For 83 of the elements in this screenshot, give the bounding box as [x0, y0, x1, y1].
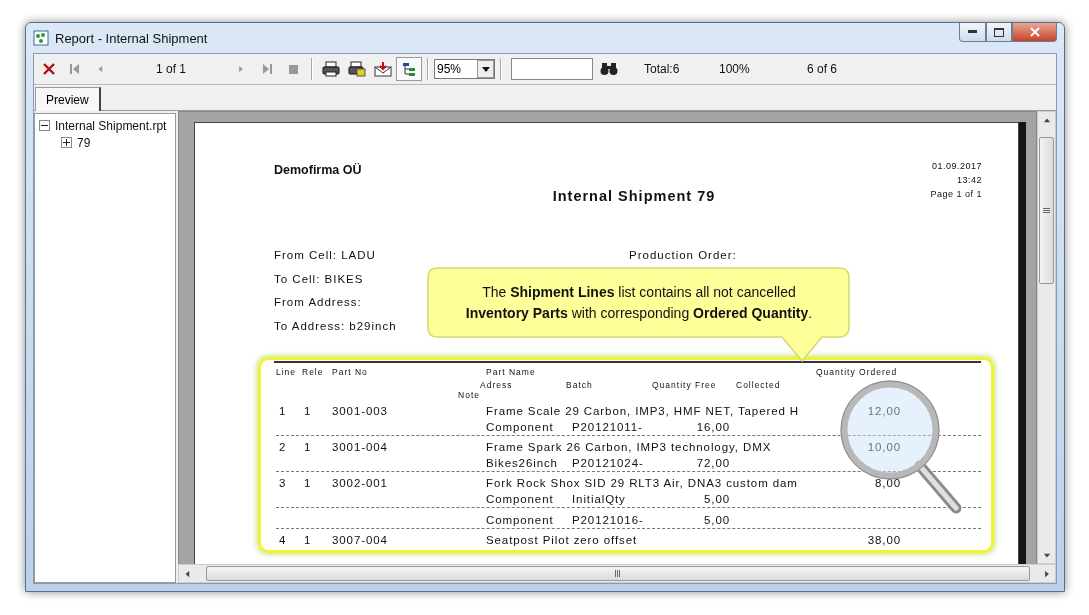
- table-cell-text: 1: [303, 441, 313, 453]
- column-header: Quantity Ordered: [816, 366, 899, 377]
- column-header: Quantity Free: [652, 380, 718, 390]
- tree-view-icon[interactable]: [396, 57, 422, 81]
- minimize-icon: [968, 30, 977, 34]
- company-name: Demofirma OÜ: [274, 163, 363, 179]
- scroll-thumb[interactable]: [206, 566, 1030, 581]
- table-cell-text: P20121011-: [572, 421, 644, 433]
- table-cell-text: Seatpost Pilot zero offset: [486, 534, 639, 546]
- table-cell-text: 3007-004: [332, 534, 389, 546]
- close-icon: [1029, 27, 1040, 37]
- table-cell-text: 38,00: [866, 534, 901, 546]
- stop-icon: [288, 64, 298, 74]
- expand-button[interactable]: [61, 137, 72, 148]
- caret-icon: [481, 66, 490, 72]
- table-cell-text: 12,00: [866, 405, 901, 417]
- column-header: Part No: [332, 366, 369, 377]
- table-cell-text: Fork Rock Shox SID 29 RLT3 Air, DNA3 custom dam: [486, 477, 799, 489]
- tree-item[interactable]: Internal Shipment.rpt: [55, 118, 167, 133]
- table-cell-text: P20121016-: [572, 514, 645, 526]
- maximize-button[interactable]: [986, 23, 1012, 42]
- window-title: Report - Internal Shipment: [55, 30, 208, 46]
- column-header: Part Name: [486, 366, 537, 377]
- table-cell-text: P20121024-: [572, 457, 645, 469]
- page-number: Page 1 of 1: [930, 189, 982, 199]
- table-cell-text: 1: [303, 405, 313, 417]
- column-header: Adress: [480, 380, 514, 390]
- field-label: To Address: b29inch: [274, 319, 397, 334]
- first-page-icon: [70, 63, 80, 75]
- tree-item[interactable]: 79: [77, 135, 91, 150]
- table-cell-text: 3001-004: [332, 441, 389, 453]
- report-title: Internal Shipment 79: [551, 188, 717, 204]
- callout-text: The Shipment Lines list contains all not cancelled Inventory Parts with corresponding Ordered Quantity.: [464, 283, 814, 323]
- table-cell-text: 4: [278, 534, 288, 546]
- table-cell-text: 2: [278, 441, 288, 453]
- app-icon: [33, 30, 49, 46]
- table-cell-text: InitialQty: [572, 493, 627, 505]
- close-button[interactable]: [1012, 23, 1057, 42]
- table-cell-text: Component: [486, 514, 555, 526]
- field-label: From Cell: LADU: [274, 249, 376, 263]
- column-header: Rele: [302, 366, 325, 377]
- table-cell-text: 5,00: [703, 493, 730, 505]
- zoom-dropdown[interactable]: 95%: [434, 59, 495, 79]
- table-cell-text: 1: [303, 477, 313, 489]
- collapse-button[interactable]: [39, 120, 50, 131]
- table-cell-text: 72,00: [695, 457, 730, 469]
- table-cell-text: 5,00: [703, 514, 730, 526]
- minimize-button[interactable]: [959, 23, 986, 42]
- table-cell-text: 3: [278, 477, 288, 489]
- table-cell-text: Frame Scale 29 Carbon, IMP3, HMF NET, Tapered H: [486, 405, 801, 417]
- field-label: Production Order:: [629, 249, 737, 263]
- plus-icon: [63, 139, 70, 146]
- table-cell-text: 3002-001: [332, 477, 389, 489]
- table-cell-text: Component: [486, 421, 555, 433]
- table-cell-text: 1: [278, 405, 288, 417]
- page-indicator: 1 of 1: [155, 62, 187, 76]
- table-cell-text: 8,00: [874, 477, 901, 489]
- maximize-icon: [994, 27, 1004, 37]
- column-header: Batch: [566, 380, 594, 390]
- grip-icon: [615, 570, 621, 577]
- field-label: To Cell: BIKES: [274, 272, 364, 287]
- column-header: Line: [276, 366, 298, 377]
- grip-icon: [1043, 207, 1050, 214]
- field-label: From Address:: [274, 296, 362, 310]
- column-header: Collected: [736, 380, 782, 390]
- search-field[interactable]: [511, 58, 593, 80]
- table-cell-text: 16,00: [695, 421, 730, 433]
- column-header: Note: [457, 390, 480, 400]
- preview-tab[interactable]: Preview: [35, 87, 101, 111]
- table-cell-text: 3001-003: [332, 405, 389, 417]
- table-cell-text: Frame Spark 26 Carbon, IMP3 technology, DMX: [486, 441, 773, 453]
- report-date: 01.09.2017: [931, 161, 982, 171]
- record-count: 6 of 6: [807, 62, 839, 76]
- report-time: 13:42: [956, 175, 982, 185]
- total-label: Total:6: [644, 62, 681, 76]
- table-cell-text: Bikes26inch: [486, 457, 559, 469]
- table-cell-text: Component: [486, 493, 555, 505]
- last-page-icon: [262, 63, 272, 75]
- table-cell-text: 1: [303, 534, 313, 546]
- minus-icon: [41, 122, 48, 129]
- scroll-thumb[interactable]: [1039, 137, 1054, 284]
- zoom-percent: 100%: [719, 62, 751, 76]
- table-cell-text: 10,00: [866, 441, 901, 453]
